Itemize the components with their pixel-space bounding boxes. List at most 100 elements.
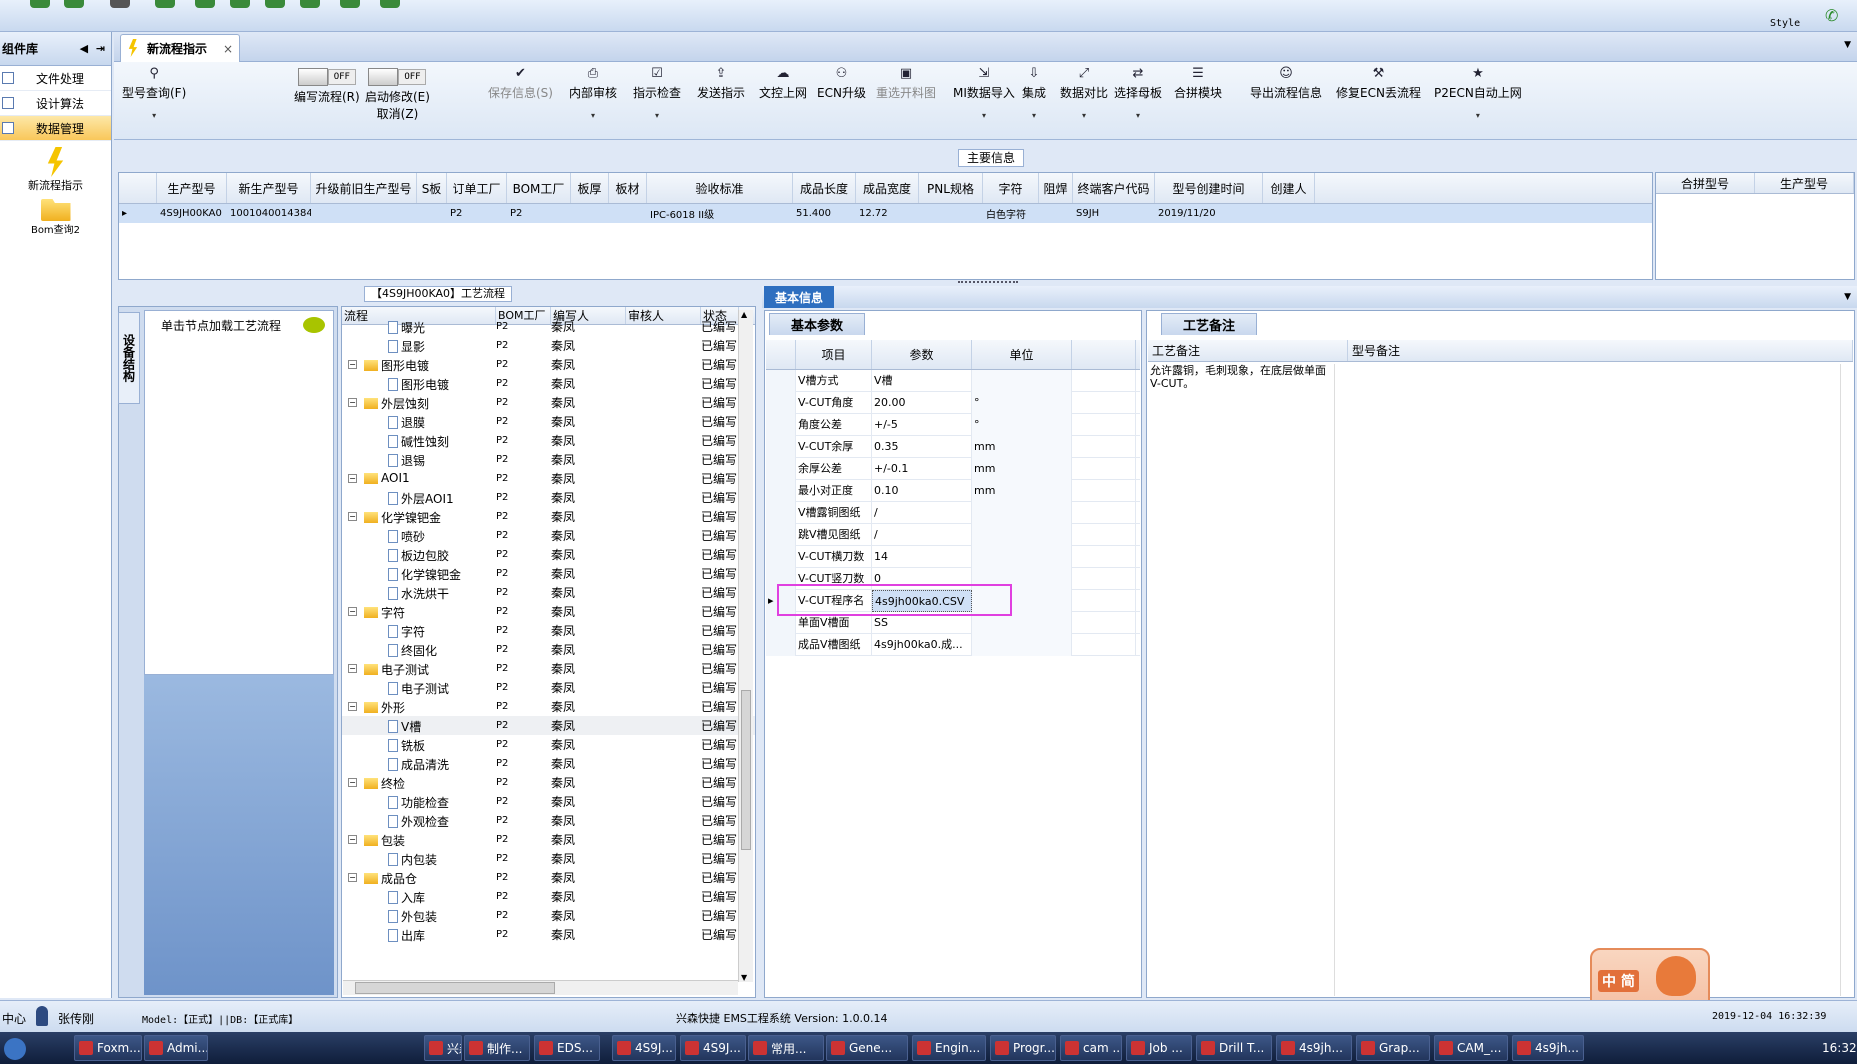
style-menu[interactable]: Style [1770,18,1800,29]
ime-mode[interactable]: 中 简 [1598,970,1639,992]
toolbar-button[interactable]: ☺ 导出流程信息 [1250,66,1322,101]
param-value-cell[interactable]: 0.10 [872,479,972,502]
flow-row[interactable]: 曝光 P2 秦凤 已编写 [342,317,755,336]
flow-row[interactable]: 板边包胶 P2 秦凤 已编写 [342,545,755,564]
flow-row[interactable]: 电子测试 P2 秦凤 已编写 [342,678,755,697]
column-header[interactable]: 型号备注 [1348,340,1853,361]
tab-menu-chevron-icon[interactable]: ▼ [1844,40,1851,50]
taskbar-button[interactable]: CAM_... [1434,1035,1508,1061]
flow-row[interactable]: 喷砂 P2 秦凤 已编写 [342,526,755,545]
dropdown-arrow-icon[interactable]: ▾ [1476,111,1480,120]
flow-vertical-scrollbar[interactable]: ▲ ▼ [738,310,753,982]
scrollbar-thumb[interactable] [355,982,555,994]
column-header[interactable]: 成品长度 [793,173,856,203]
flow-row[interactable]: − 成品仓 P2 秦凤 已编写 [342,868,755,887]
flow-row[interactable]: 内包装 P2 秦凤 已编写 [342,849,755,868]
table-cell[interactable]: P2 [507,208,571,219]
flow-row[interactable]: 外观检查 P2 秦凤 已编写 [342,811,755,830]
toggle-knob[interactable] [297,68,328,86]
app-icon[interactable] [230,0,250,8]
param-row[interactable]: 角度公差 +/-5 ° [766,413,1140,436]
toolbar-button[interactable]: ⚇ ECN升级 [817,66,866,101]
taskbar-button[interactable]: 常用... [748,1035,824,1061]
table-cell[interactable]: P2 [447,208,507,219]
collapse-toggle-icon[interactable]: − [348,835,357,844]
toolbar-button[interactable]: ⇪ 发送指示 [697,66,745,101]
collapse-toggle-icon[interactable]: − [348,873,357,882]
collapse-toggle-icon[interactable]: − [348,607,357,616]
flow-row[interactable]: 出库 P2 秦凤 已编写 [342,925,755,944]
param-row[interactable]: 跳V槽见图纸 / [766,523,1140,546]
taskbar-button[interactable]: 4s9jh... [1276,1035,1352,1061]
param-value-cell[interactable]: 0.35 [872,435,972,458]
flow-row[interactable]: 外层AOI1 P2 秦凤 已编写 [342,488,755,507]
flow-row[interactable]: 字符 P2 秦凤 已编写 [342,621,755,640]
toolbar-button[interactable]: ⇩ 集成 ▾ [1022,66,1046,120]
param-value-cell[interactable]: V槽 [872,369,972,392]
flow-row[interactable]: 碱性蚀刻 P2 秦凤 已编写 [342,431,755,450]
close-icon[interactable]: × [223,42,233,56]
taskbar-button[interactable]: 4S9J... [612,1035,676,1061]
taskbar-button[interactable]: Gene... [826,1035,908,1061]
param-row[interactable]: 最小对正度 0.10 mm [766,479,1140,502]
flow-row[interactable]: V槽 P2 秦凤 已编写 [342,716,755,735]
app-icon[interactable] [300,0,320,8]
sidebar-item-data-management[interactable]: 数据管理 [0,116,111,141]
toolbar-button[interactable]: ⚒ 修复ECN丢流程 [1336,66,1421,101]
flow-row[interactable]: 图形电镀 P2 秦凤 已编写 [342,374,755,393]
param-row[interactable]: 余厚公差 +/-0.1 mm [766,457,1140,480]
app-icon[interactable] [155,0,175,8]
table-cell[interactable]: S9JH [1073,208,1155,219]
dropdown-arrow-icon[interactable]: ▾ [591,111,595,120]
column-header[interactable]: 工艺备注 [1148,340,1348,361]
column-header[interactable]: 终端客户代码 [1073,173,1155,203]
model-remark-scrollbar[interactable] [1840,364,1852,996]
column-header[interactable]: 新生产型号 [227,173,311,203]
collapse-toggle-icon[interactable]: − [348,512,357,521]
flow-row[interactable]: − 字符 P2 秦凤 已编写 [342,602,755,621]
toolbar-button[interactable]: ⎙ 内部审核 ▾ [569,66,617,120]
column-header[interactable]: 合拼型号 [1656,173,1755,193]
toolbar-button[interactable]: ⚲ 型号查询(F) ▾ [122,66,186,120]
scroll-up-arrow-icon[interactable]: ▲ [741,310,747,319]
taskbar-button[interactable]: EDS... [534,1035,600,1061]
scroll-down-arrow-icon[interactable]: ▼ [741,973,747,982]
dropdown-arrow-icon[interactable]: ▾ [655,111,659,120]
param-value-cell[interactable]: 4s9jh00ka0.成... [872,633,972,656]
tab-process-remarks[interactable]: 工艺备注 [1161,313,1257,335]
column-header[interactable]: 单位 [972,340,1072,369]
taskbar-button[interactable]: Foxm... [74,1035,142,1061]
table-cell[interactable]: 51.400 [793,208,856,219]
toolbar-button[interactable]: ✔ 保存信息(S) [488,66,553,101]
taskbar-button[interactable]: Grap... [1356,1035,1430,1061]
toggle-switch[interactable]: OFF [368,68,427,86]
table-cell[interactable]: 12.72 [856,208,919,219]
app-icon[interactable] [265,0,285,8]
toolbar-button[interactable]: OFF 启动修改(E) 取消(Z) [365,66,430,122]
param-row[interactable]: V-CUT角度 20.00 ° [766,391,1140,414]
table-cell[interactable]: 2019/11/20 [1155,208,1263,219]
column-header[interactable]: PNL规格 [919,173,983,203]
column-header[interactable]: BOM工厂 [507,173,571,203]
flow-row[interactable]: 退锡 P2 秦凤 已编写 [342,450,755,469]
app-icon[interactable] [340,0,360,8]
column-header[interactable]: 创建人 [1263,173,1315,203]
flow-row[interactable]: − 化学镍钯金 P2 秦凤 已编写 [342,507,755,526]
dropdown-arrow-icon[interactable]: ▾ [1082,111,1086,120]
taskbar-button[interactable]: 4s9jh... [1512,1035,1584,1061]
flow-row[interactable]: 成品清洗 P2 秦凤 已编写 [342,754,755,773]
dropdown-arrow-icon[interactable]: ▾ [1136,111,1140,120]
param-value-cell[interactable]: +/-5 [872,413,972,436]
column-header[interactable]: 板材 [609,173,647,203]
flow-row[interactable]: − AOI1 P2 秦凤 已编写 [342,469,755,488]
table-cell[interactable]: IPC-6018 II级 [647,206,793,221]
chevron-down-icon[interactable]: ▼ [1844,292,1851,302]
taskbar-button[interactable]: Job ... [1126,1035,1192,1061]
column-header[interactable]: 订单工厂 [447,173,507,203]
toolbar-button[interactable]: ⇲ MI数据导入 ▾ [953,66,1015,120]
start-icon[interactable] [4,1038,26,1060]
flow-row[interactable]: − 外形 P2 秦凤 已编写 [342,697,755,716]
sidebar-item-design-algorithm[interactable]: 设计算法 [0,91,111,116]
column-header[interactable]: 验收标准 [647,173,793,203]
column-header[interactable]: 板厚 [571,173,609,203]
